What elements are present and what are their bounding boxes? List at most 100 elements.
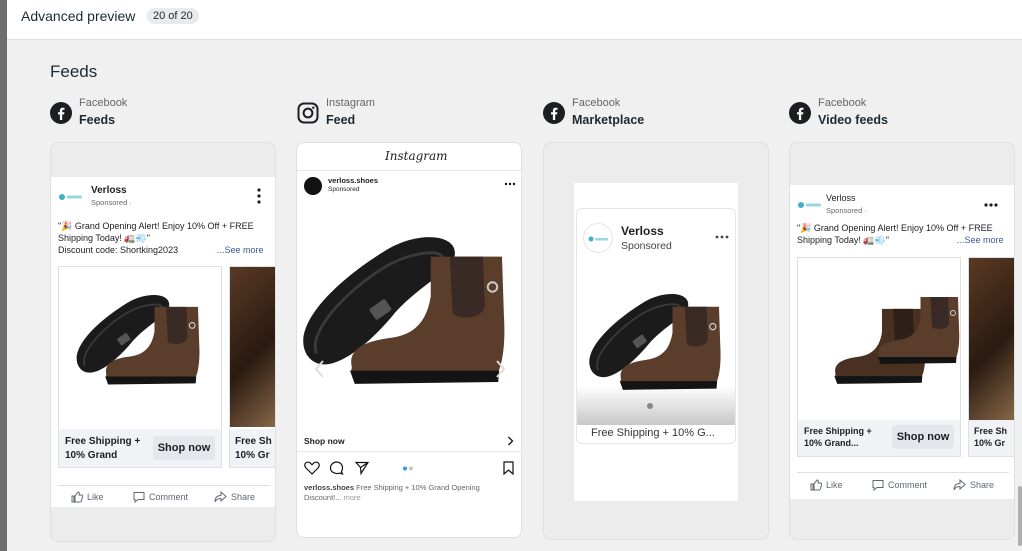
section-title: Feeds [50, 62, 98, 81]
marketplace-listing[interactable]: Verloss Sponsored Free Shipping + 10% G.… [576, 208, 736, 444]
like-button[interactable]: Like [71, 491, 104, 503]
send-icon[interactable] [355, 461, 369, 475]
comment-button[interactable]: Comment [133, 491, 188, 503]
card-footer: Free Shipping + 10% Grand Shop now [59, 429, 221, 467]
share-button[interactable]: Share [953, 479, 994, 491]
sponsored-label: Sponsored [328, 186, 360, 193]
facebook-icon [50, 102, 72, 124]
like-icon [71, 491, 83, 503]
preview-card-fb-feeds[interactable]: Verloss Sponsored · "🎉 Grand Opening Ale… [50, 142, 276, 542]
verloss-logo [798, 202, 821, 208]
placement-platform: Facebook [818, 97, 867, 109]
carousel-card-next[interactable]: Free Sh 10% Gr [968, 257, 1014, 457]
card-headline: Free Shipping + 10% Grand [65, 436, 141, 461]
placement-name: Feed [326, 113, 356, 127]
bookmark-icon[interactable] [503, 461, 514, 475]
shop-now-link[interactable]: Shop now [304, 436, 345, 446]
ig-handle[interactable]: verloss.shoes [328, 176, 378, 185]
carousel-dot-active [647, 403, 653, 409]
ig-top-bar: Instagram [297, 143, 521, 171]
placement-name: Video feeds [818, 113, 888, 127]
sponsored-label: Sponsored · [826, 206, 867, 215]
preview-header: Advanced preview 20 of 20 [7, 0, 1022, 40]
see-more-link[interactable]: ...See more [957, 235, 1004, 245]
card-headline: Free Shipping + 10% Grand... [804, 426, 872, 448]
boot-image-dark [230, 267, 275, 427]
primary-text: "🎉 Grand Opening Alert! Enjoy 10% Off + … [797, 223, 993, 233]
carousel-card-next[interactable]: Free Sh 10% Gr [229, 266, 275, 468]
preview-count-badge: 20 of 20 [147, 8, 199, 24]
like-label: Like [87, 492, 104, 502]
ig-cta-bar[interactable]: Shop now [297, 430, 521, 452]
page-name[interactable]: Verloss [91, 185, 127, 196]
see-more-link[interactable]: ...See more [217, 245, 264, 255]
avatar[interactable] [583, 223, 613, 253]
boot-image [577, 267, 735, 425]
avatar[interactable] [304, 177, 322, 195]
boot-image [59, 267, 221, 427]
comment-icon [872, 480, 884, 491]
like-button[interactable]: Like [810, 479, 843, 491]
facebook-icon [543, 102, 565, 124]
caption-handle[interactable]: verloss.shoes [304, 483, 354, 492]
more-options-icon[interactable] [504, 182, 516, 186]
carousel-dots [403, 466, 413, 471]
share-icon [214, 491, 227, 503]
header-title: Advanced preview [21, 8, 136, 24]
instagram-icon [297, 102, 319, 124]
shop-now-button[interactable]: Shop now [892, 425, 954, 449]
placement-platform: Instagram [326, 97, 375, 109]
comment-button[interactable]: Comment [872, 479, 927, 491]
share-label: Share [231, 492, 256, 502]
sponsored-label: Sponsored · [91, 198, 132, 207]
preview-card-video-feeds[interactable]: Verloss Sponsored · "🎉 Grand Opening Ale… [789, 142, 1015, 540]
share-icon [953, 479, 966, 491]
preview-card-marketplace[interactable]: Verloss Sponsored Free Shipping + 10% G.… [543, 142, 769, 540]
divider [58, 485, 270, 486]
chevron-right-icon [508, 436, 514, 446]
instagram-logo: Instagram [385, 149, 448, 163]
card-headline: Free Sh 10% Gr [974, 426, 1008, 448]
comment-icon[interactable] [329, 461, 344, 475]
placement-platform: Facebook [79, 97, 128, 109]
primary-text: Discount code: Shortking2023 [58, 245, 179, 255]
page-name[interactable]: Verloss [826, 193, 856, 203]
like-icon [810, 479, 822, 491]
preview-card-ig-feed[interactable]: Instagram verloss.shoes Sponsored Shop n… [296, 142, 522, 538]
heart-icon[interactable] [304, 461, 320, 475]
scrollbar-thumb[interactable] [1018, 486, 1022, 546]
advanced-preview-panel: Advanced preview 20 of 20 Feeds Facebook… [7, 0, 1022, 551]
placement-name: Feeds [79, 113, 116, 127]
fb-feed-ad: Verloss Sponsored · "🎉 Grand Opening Ale… [51, 177, 275, 507]
card-footer: Free Sh 10% Gr [230, 429, 275, 467]
primary-text: Shipping Today! 🚛💨" [797, 235, 889, 245]
carousel-card[interactable]: Free Shipping + 10% Grand... Shop now [797, 257, 961, 457]
primary-text: Shipping Today! 🚛💨" [58, 233, 150, 243]
placement-platform: Facebook [572, 97, 621, 109]
card-footer: Free Shipping + 10% Grand... Shop now [798, 420, 960, 456]
primary-text: "🎉 Grand Opening Alert! Enjoy 10% Off + … [58, 221, 254, 231]
more-options-icon[interactable] [715, 235, 729, 239]
more-link[interactable]: more [344, 493, 361, 502]
left-edge [0, 0, 7, 551]
verloss-logo [59, 194, 82, 200]
marketplace-ad: Verloss Sponsored Free Shipping + 10% G.… [574, 183, 738, 501]
comment-label: Comment [888, 480, 928, 490]
more-options-icon[interactable] [984, 203, 998, 207]
shop-now-button[interactable]: Shop now [153, 436, 215, 460]
comment-label: Comment [149, 492, 189, 502]
boot-image-dark [969, 258, 1014, 420]
comment-icon [133, 492, 145, 503]
video-feed-ad: Verloss Sponsored · "🎉 Grand Opening Ale… [790, 185, 1014, 499]
boot-image [798, 258, 960, 420]
card-footer: Free Sh 10% Gr [969, 420, 1014, 456]
verloss-logo [588, 236, 608, 242]
share-label: Share [970, 480, 995, 490]
more-options-icon[interactable] [255, 187, 263, 205]
card-headline: Free Sh 10% Gr [235, 436, 272, 461]
carousel-card[interactable]: Free Shipping + 10% Grand Shop now [58, 266, 222, 468]
like-label: Like [826, 480, 843, 490]
page-name[interactable]: Verloss [621, 224, 664, 238]
facebook-icon [789, 102, 811, 124]
share-button[interactable]: Share [214, 491, 255, 503]
